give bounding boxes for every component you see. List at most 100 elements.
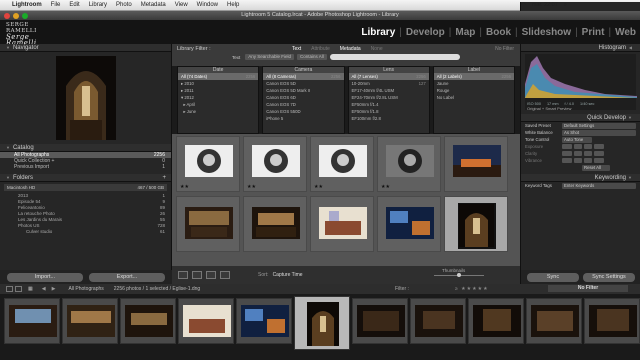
thumbnail-image[interactable] — [183, 305, 231, 337]
column-row[interactable]: EF50mm f/1.4 — [349, 101, 429, 108]
thumbnail-image[interactable] — [252, 207, 300, 239]
filter-option-attribute[interactable]: Attribute — [311, 46, 330, 52]
survey-view-icon[interactable] — [220, 271, 230, 279]
keywording-header[interactable]: Keywording ▼ — [521, 174, 640, 182]
text-search-input[interactable] — [329, 54, 460, 60]
module-slideshow[interactable]: Slideshow — [522, 27, 571, 38]
thumbnail-image[interactable] — [252, 145, 300, 177]
grid-icon[interactable]: ▦ — [28, 286, 33, 292]
thumbnail-image[interactable] — [307, 302, 339, 346]
column-row[interactable]: EF50mm f/1.8 — [349, 108, 429, 115]
column-row[interactable]: No Label — [434, 94, 514, 101]
auto-tone-button[interactable]: Auto Tone — [562, 136, 592, 143]
close-window-button[interactable] — [4, 12, 10, 19]
module-web[interactable]: Web — [615, 27, 636, 38]
grid-view-icon[interactable] — [178, 271, 188, 279]
add-folder-icon[interactable]: + — [162, 174, 166, 182]
thumbnail-image[interactable] — [185, 207, 233, 239]
column-row[interactable]: Rouge — [434, 87, 514, 94]
import-button[interactable]: Import... — [7, 272, 83, 282]
saved-preset-dropdown[interactable]: Default Settings — [562, 122, 636, 129]
column-row[interactable]: ▸ June — [178, 108, 258, 115]
filmstrip-thumb[interactable] — [178, 298, 234, 344]
thumbnail-image[interactable] — [357, 305, 405, 337]
catalog-item-previous-import[interactable]: Previous Import 1 — [0, 164, 171, 170]
column-row[interactable]: ▸ April — [178, 101, 258, 108]
filmstrip-thumb[interactable] — [526, 298, 582, 344]
filmstrip-thumb[interactable] — [4, 298, 60, 344]
contains-dropdown[interactable]: Contains All — [297, 54, 327, 60]
filmstrip-thumb[interactable] — [62, 298, 118, 344]
quick-develop-header[interactable]: Quick Develop ▼ — [521, 114, 640, 122]
filmstrip-thumb[interactable] — [468, 298, 524, 344]
column-row[interactable]: Canon EOS 550D — [263, 108, 343, 115]
column-row[interactable]: iPhone 5 — [263, 115, 343, 122]
column-row[interactable]: EF24-70mm f/2.8L USM — [349, 94, 429, 101]
folders-header[interactable]: ▼ Folders + — [0, 174, 171, 182]
histogram[interactable]: ISO 500 17 mm f / 4.0 1/40 sec Original … — [525, 54, 637, 111]
menu-photo[interactable]: Photo — [116, 2, 132, 8]
folder-item[interactable]: Culver studio 61 — [0, 229, 171, 235]
filmstrip-rating-filter[interactable]: ≥ ★★★★★ — [455, 286, 489, 292]
keyword-tags-dropdown[interactable]: Enter Keywords — [562, 182, 636, 189]
filmstrip-thumb[interactable] — [120, 298, 176, 344]
column-row[interactable]: ▸ 2011 — [178, 87, 258, 94]
filter-preset-dropdown[interactable]: No Filter — [495, 46, 514, 52]
module-library[interactable]: Library — [361, 27, 395, 38]
menu-metadata[interactable]: Metadata — [141, 2, 166, 8]
column-row[interactable]: All (74 Dates) 2256 — [178, 73, 259, 80]
column-row[interactable]: All (2 Labels) 2256 — [433, 73, 514, 80]
filmstrip-source[interactable]: All Photographs — [68, 286, 103, 292]
filmstrip-thumb[interactable] — [584, 298, 640, 344]
thumbnail-image[interactable] — [241, 305, 289, 337]
module-print[interactable]: Print — [582, 27, 605, 38]
thumbnail-image[interactable] — [319, 145, 367, 177]
thumbnail-image[interactable] — [531, 305, 579, 337]
thumbnail-image[interactable] — [473, 305, 521, 337]
volume-macintosh-hd[interactable]: Macintosh HD 467 / 500 GB — [4, 184, 167, 191]
menu-file[interactable]: File — [51, 2, 61, 8]
grid-cell[interactable] — [243, 196, 307, 252]
grid-cell[interactable] — [310, 196, 374, 252]
thumbnail-image[interactable] — [589, 305, 637, 337]
filter-option-none[interactable]: None — [371, 46, 383, 52]
thumbnail-image[interactable] — [67, 305, 115, 337]
column-row[interactable]: Canon EOS 5D — [263, 80, 343, 87]
filmstrip-filter-dropdown[interactable]: No Filter — [548, 285, 628, 292]
menu-window[interactable]: Window — [197, 2, 218, 8]
clarity-minus-button[interactable] — [562, 151, 572, 156]
vibrance-minus-button[interactable] — [562, 158, 572, 163]
thumbnail-image[interactable] — [319, 207, 367, 239]
loupe-view-icon[interactable] — [192, 271, 202, 279]
column-row[interactable]: ▾ 2012 — [178, 94, 258, 101]
menu-edit[interactable]: Edit — [69, 2, 79, 8]
column-row[interactable]: Canon EOS 7D — [263, 101, 343, 108]
thumbnail-image[interactable] — [386, 145, 434, 177]
grid-cell[interactable]: ★★ — [377, 136, 441, 192]
thumbnail-image[interactable] — [415, 305, 463, 337]
menu-app[interactable]: Lightroom — [12, 2, 42, 8]
minimize-window-button[interactable] — [13, 12, 19, 19]
column-row[interactable]: ▸ 2010 — [178, 80, 258, 87]
menu-view[interactable]: View — [175, 2, 188, 8]
main-window-icon[interactable] — [6, 286, 13, 292]
column-row[interactable]: All (8 Cameras) 2256 — [263, 73, 344, 80]
thumbnail-image[interactable] — [9, 305, 57, 337]
grid-cell[interactable] — [377, 196, 441, 252]
grid-cell[interactable]: ★★ — [176, 136, 240, 192]
menu-help[interactable]: Help — [227, 2, 239, 8]
catalog-header[interactable]: ▼ Catalog — [0, 144, 171, 152]
rating-stars[interactable]: ★★ — [247, 184, 256, 190]
column-row[interactable]: 10-20mm 127 — [349, 80, 429, 87]
second-window-icon[interactable] — [15, 286, 22, 292]
slider-knob[interactable] — [457, 273, 461, 277]
filter-option-text[interactable]: Text — [292, 46, 301, 52]
thumbnail-image[interactable] — [386, 207, 434, 239]
thumbnail-image[interactable] — [458, 203, 496, 249]
module-book[interactable]: Book — [486, 27, 511, 38]
column-row[interactable]: Canon EOS 6D — [263, 94, 343, 101]
navigator-preview[interactable] — [55, 56, 116, 140]
filmstrip-thumb[interactable] — [410, 298, 466, 344]
thumbnail-image[interactable] — [185, 145, 233, 177]
menu-library[interactable]: Library — [89, 2, 107, 8]
